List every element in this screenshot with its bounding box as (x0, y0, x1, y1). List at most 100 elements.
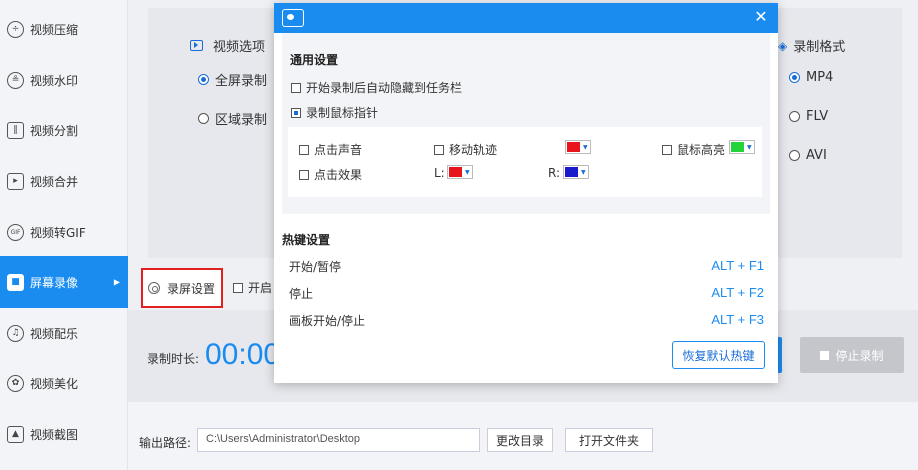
sidebar-item-split[interactable]: ‖ 视频分割 (0, 104, 128, 156)
chevron-right-icon: ▶ (113, 277, 120, 287)
timer-value: 00:00 (205, 338, 281, 371)
sidebar-item-label: 视频合并 (30, 174, 79, 189)
dropdown-arrow-icon: ▼ (465, 168, 470, 176)
click-effect-label: 点击效果 (314, 168, 363, 182)
cursor-options-panel (288, 127, 762, 197)
sidebar-item-beautify[interactable]: ✿ 视频美化 (0, 357, 128, 409)
output-path-input[interactable]: C:\Users\Administrator\Desktop (197, 428, 480, 452)
camera-icon (282, 9, 304, 27)
timer-label: 录制时长: (147, 352, 200, 366)
cursor-highlight-checkbox[interactable]: 鼠标高亮 (662, 141, 725, 158)
sidebar-item-screenshot[interactable]: ▲ 视频截图 (0, 408, 128, 460)
format-flv-radio[interactable]: FLV (789, 109, 828, 124)
screenshot-icon: ▲ (7, 425, 24, 443)
format-label: MP4 (806, 70, 834, 85)
hotkey-action: 画板开始/停止 (289, 314, 366, 328)
sidebar-item-label: 视频转GIF (30, 225, 86, 240)
hotkey-action: 停止 (289, 287, 314, 301)
split-icon: ‖ (7, 121, 24, 139)
gif-icon: GIF (7, 223, 24, 241)
sidebar: ÷ 视频压缩 ≗ 视频水印 ‖ 视频分割 ▸ 视频合并 GIF 视频转GIF ■… (0, 0, 128, 470)
merge-icon: ▸ (7, 172, 24, 190)
fullscreen-label: 全屏录制 (215, 74, 268, 89)
dropdown-arrow-icon: ▼ (583, 143, 588, 151)
dropdown-arrow-icon: ▼ (747, 143, 752, 151)
music-icon: ♫ (7, 324, 24, 342)
format-mp4-radio[interactable]: MP4 (789, 70, 833, 85)
format-label: AVI (806, 148, 827, 163)
move-track-label: 移动轨迹 (449, 143, 498, 157)
radio-icon (198, 113, 209, 124)
color-swatch (567, 142, 580, 152)
sidebar-item-gif[interactable]: GIF 视频转GIF (0, 206, 128, 258)
radio-icon (789, 111, 800, 122)
change-dir-button[interactable]: 更改目录 (487, 428, 553, 452)
left-color-picker[interactable]: ▼ (447, 165, 473, 179)
record-settings-label: 录屏设置 (167, 281, 216, 296)
watermark-icon: ≗ (7, 71, 24, 89)
track-color-picker[interactable]: ▼ (565, 140, 591, 154)
stop-record-label: 停止录制 (835, 348, 884, 363)
radio-icon (789, 150, 800, 161)
sidebar-item-label: 视频压缩 (30, 22, 79, 37)
fullscreen-radio[interactable]: 全屏录制 (198, 70, 267, 89)
hotkey-row-start-pause: 开始/暂停 ALT + F1 (289, 258, 764, 275)
color-swatch (565, 167, 578, 177)
checkbox-icon (662, 144, 672, 155)
checkbox-checked-icon (291, 107, 301, 118)
record-cursor-label: 录制鼠标指针 (306, 106, 379, 120)
sidebar-item-screen-record[interactable]: ■ 屏幕录像 ▶ (0, 256, 128, 308)
auto-hide-checkbox[interactable]: 开始录制后自动隐藏到任务栏 (291, 79, 462, 96)
region-label: 区域录制 (215, 113, 268, 128)
format-label: FLV (806, 109, 829, 124)
compress-icon: ÷ (7, 20, 24, 38)
hotkey-key[interactable]: ALT + F1 (711, 258, 764, 273)
gear-icon (148, 282, 160, 294)
open-folder-button[interactable]: 打开文件夹 (565, 428, 653, 452)
record-cursor-checkbox[interactable]: 录制鼠标指针 (291, 104, 378, 121)
sidebar-item-label: 屏幕录像 (30, 275, 79, 290)
stop-record-button[interactable]: 停止录制 (800, 337, 904, 373)
left-click-label: L: (434, 166, 445, 180)
sidebar-item-music[interactable]: ♫ 视频配乐 (0, 307, 128, 359)
checkbox-icon (434, 144, 444, 155)
click-sound-checkbox[interactable]: 点击声音 (299, 141, 362, 158)
open-checkbox-label: 开启 (248, 281, 273, 295)
checkbox-icon (299, 169, 309, 180)
close-icon[interactable]: ✕ (752, 8, 770, 26)
hotkey-key[interactable]: ALT + F2 (711, 285, 764, 300)
restore-default-hotkeys-button[interactable]: 恢复默认热键 (672, 341, 765, 369)
checkbox-icon (233, 282, 243, 293)
layers-icon: ◈ (778, 38, 788, 53)
sidebar-item-label: 视频分割 (30, 123, 79, 138)
color-swatch (449, 167, 462, 177)
record-settings-dialog: ✕ 通用设置 开始录制后自动隐藏到任务栏 录制鼠标指针 点击声音 移动轨迹 ▼ … (274, 3, 778, 383)
right-color-picker[interactable]: ▼ (563, 165, 589, 179)
format-header: ◈ 录制格式 (778, 36, 845, 56)
auto-hide-label: 开始录制后自动隐藏到任务栏 (306, 81, 463, 95)
region-radio[interactable]: 区域录制 (198, 109, 267, 128)
sidebar-item-label: 视频截图 (30, 427, 79, 442)
dialog-header: ✕ (274, 3, 778, 33)
checkbox-icon (291, 82, 301, 93)
hotkey-settings-title: 热键设置 (282, 233, 331, 247)
sidebar-item-merge[interactable]: ▸ 视频合并 (0, 155, 128, 207)
move-track-checkbox[interactable]: 移动轨迹 (434, 141, 497, 158)
color-swatch (731, 142, 744, 152)
stop-icon (820, 350, 830, 360)
click-effect-checkbox[interactable]: 点击效果 (299, 166, 362, 183)
highlight-color-picker[interactable]: ▼ (729, 140, 755, 154)
beautify-icon: ✿ (7, 374, 24, 392)
output-path-label: 输出路径: (139, 436, 192, 450)
format-avi-radio[interactable]: AVI (789, 148, 827, 163)
hotkey-row-stop: 停止 ALT + F2 (289, 285, 764, 302)
record-settings-button[interactable]: 录屏设置 (141, 268, 223, 308)
hotkey-action: 开始/暂停 (289, 260, 342, 274)
sidebar-item-watermark[interactable]: ≗ 视频水印 (0, 54, 128, 106)
sidebar-item-label: 视频配乐 (30, 326, 79, 341)
open-checkbox[interactable]: 开启 (233, 279, 272, 296)
sidebar-item-compress[interactable]: ÷ 视频压缩 (0, 3, 128, 55)
video-options-title: 视频选项 (213, 40, 266, 55)
screen-record-icon: ■ (7, 273, 24, 291)
hotkey-key[interactable]: ALT + F3 (711, 312, 764, 327)
